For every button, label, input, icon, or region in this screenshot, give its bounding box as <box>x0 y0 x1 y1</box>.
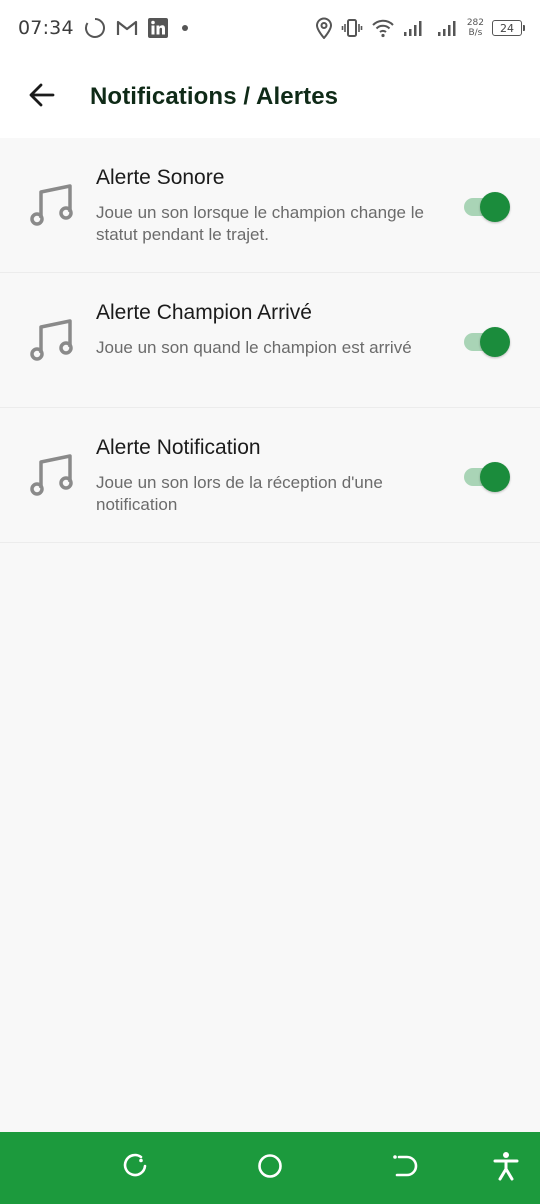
toggle-thumb <box>480 327 510 357</box>
music-note-icon <box>28 317 76 365</box>
back-icon <box>389 1152 419 1185</box>
wifi-signal-icon <box>371 18 395 38</box>
dot-icon <box>178 21 192 35</box>
recents-icon <box>121 1152 149 1185</box>
recents-button[interactable] <box>119 1152 151 1184</box>
setting-description: Joue un son lors de la réception d'une n… <box>96 473 383 514</box>
network-speed-unit: B/s <box>468 28 483 38</box>
linkedin-icon <box>147 18 168 38</box>
setting-row-alerte-champion-arrive[interactable]: Alerte Champion Arrivé Joue un son quand… <box>0 273 540 408</box>
loading-circle-icon <box>84 17 106 39</box>
cell-signal-icon <box>403 19 429 37</box>
status-bar: 07:34 282 B/s 24 <box>0 0 540 56</box>
network-speed-value: 282 <box>466 18 484 28</box>
toggle-thumb <box>480 192 510 222</box>
arrow-left-icon <box>28 81 56 114</box>
network-speed: 282 B/s <box>467 18 484 38</box>
music-note-icon <box>28 452 76 500</box>
setting-row-alerte-sonore[interactable]: Alerte Sonore Joue un son lorsque le cha… <box>0 138 540 273</box>
setting-title: Alerte Notification <box>96 436 261 459</box>
page-title: Notifications / Alertes <box>90 83 339 110</box>
battery-icon: 24 <box>492 20 525 36</box>
cell-signal-icon-2 <box>437 19 459 37</box>
settings-list: Alerte Sonore Joue un son lorsque le cha… <box>0 138 540 543</box>
setting-row-alerte-notification[interactable]: Alerte Notification Joue un son lors de … <box>0 408 540 543</box>
system-back-button[interactable] <box>388 1152 420 1184</box>
music-note-icon <box>28 182 76 230</box>
setting-title: Alerte Sonore <box>96 166 225 189</box>
app-bar: Notifications / Alertes <box>0 56 540 138</box>
toggle-alerte-sonore[interactable] <box>462 192 512 222</box>
accessibility-button[interactable] <box>490 1151 522 1186</box>
accessibility-icon <box>492 1151 520 1186</box>
toggle-alerte-champion-arrive[interactable] <box>462 327 512 357</box>
status-time: 07:34 <box>18 17 74 39</box>
toggle-thumb <box>480 462 510 492</box>
gmail-icon <box>116 19 138 37</box>
setting-title: Alerte Champion Arrivé <box>96 301 312 324</box>
vibrate-icon <box>341 18 363 38</box>
setting-description: Joue un son lorsque le champion change l… <box>96 203 424 244</box>
system-nav-bar <box>0 1132 540 1204</box>
setting-description: Joue un son quand le champion est arrivé <box>96 338 412 357</box>
back-button[interactable] <box>14 69 70 125</box>
home-icon <box>256 1152 284 1185</box>
home-button[interactable] <box>254 1152 286 1184</box>
location-icon <box>315 17 333 39</box>
toggle-alerte-notification[interactable] <box>462 462 512 492</box>
battery-level: 24 <box>500 21 514 35</box>
